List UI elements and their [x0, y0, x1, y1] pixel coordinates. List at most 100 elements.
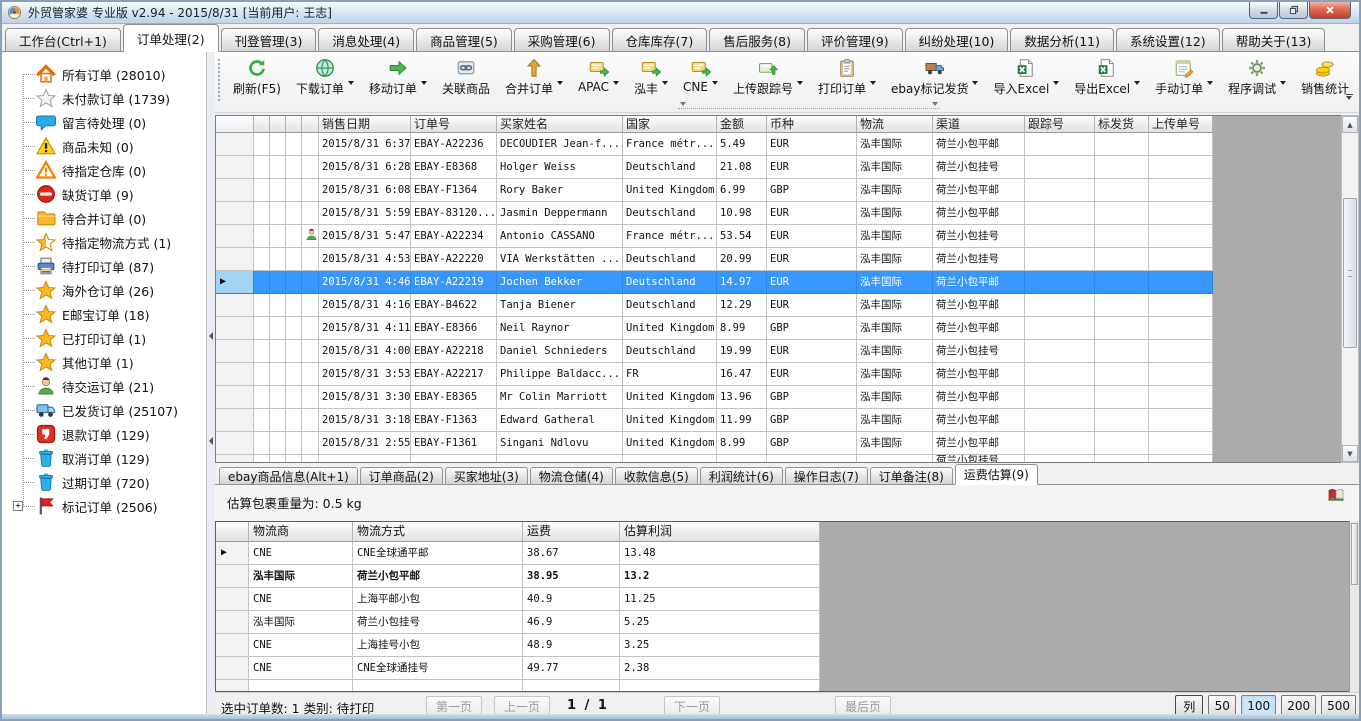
sidebar-item-5[interactable]: 待指定仓库 (0): [2, 158, 206, 182]
column-header-empty-col[interactable]: [254, 116, 270, 133]
book-icon[interactable]: [1327, 487, 1345, 503]
column-header[interactable]: 国家: [623, 116, 717, 133]
main-tab-11[interactable]: 数据分析(11): [1010, 28, 1114, 52]
dropdown-caret-icon[interactable]: [870, 81, 876, 85]
sidebar-item-2[interactable]: 未付款订单 (1739): [2, 86, 206, 110]
sidebar-item-13[interactable]: 其他订单 (1): [2, 350, 206, 374]
dropdown-caret-icon[interactable]: [1207, 81, 1213, 85]
order-row-13[interactable]: 2015/8/31 3:18EBAY-F1363Edward GatheralU…: [216, 409, 1358, 432]
dropdown-caret-icon[interactable]: [557, 81, 563, 85]
scroll-down-icon[interactable]: ▼: [1342, 445, 1358, 462]
sidebar-item-7[interactable]: 待合并订单 (0): [2, 206, 206, 230]
sidebar-item-18[interactable]: 过期订单 (720): [2, 470, 206, 494]
sidebar-item-11[interactable]: E邮宝订单 (18): [2, 302, 206, 326]
dropdown-caret-icon[interactable]: [348, 81, 354, 85]
dropdown-caret-icon[interactable]: [1053, 81, 1059, 85]
sidebar-item-3[interactable]: 留言待处理 (0): [2, 110, 206, 134]
detail-tab-2[interactable]: 订单商品(2): [360, 467, 443, 485]
main-tab-5[interactable]: 商品管理(5): [416, 28, 512, 52]
toolbar-button-10[interactable]: 打印订单: [811, 56, 883, 99]
shipping-row-6[interactable]: CNECNE全球通挂号49.772.38: [216, 657, 1358, 680]
splitter[interactable]: [208, 52, 215, 718]
detail-tab-4[interactable]: 物流仓储(4): [530, 467, 613, 485]
main-tab-10[interactable]: 纠纷处理(10): [905, 28, 1009, 52]
column-header-row-selector[interactable]: [216, 116, 254, 133]
toolbar-button-12[interactable]: 导入Excel: [986, 56, 1066, 99]
dropdown-caret-icon[interactable]: [1134, 81, 1140, 85]
detail-tab-5[interactable]: 收款信息(5): [615, 467, 698, 485]
main-tab-4[interactable]: 消息处理(4): [318, 28, 414, 52]
main-tab-1[interactable]: 工作台(Ctrl+1): [5, 28, 121, 52]
toolbar-button-14[interactable]: 手动订单: [1148, 56, 1220, 99]
shipping-row-4[interactable]: 泓丰国际荷兰小包挂号46.95.25: [216, 611, 1358, 634]
main-tab-9[interactable]: 评价管理(9): [807, 28, 903, 52]
sidebar-item-4[interactable]: 商品未知 (0): [2, 134, 206, 158]
main-tab-12[interactable]: 系统设置(12): [1116, 28, 1220, 52]
toolbar-button-9[interactable]: 上传跟踪号: [726, 56, 810, 99]
column-header-empty-col[interactable]: [270, 116, 286, 133]
column-header[interactable]: 物流方式: [353, 522, 523, 542]
main-tab-7[interactable]: 仓库库存(7): [612, 28, 708, 52]
column-header[interactable]: 估算利润: [620, 522, 820, 542]
main-tab-3[interactable]: 刊登管理(3): [221, 28, 317, 52]
expander-plus-icon[interactable]: [13, 501, 23, 511]
close-button[interactable]: [1309, 2, 1351, 19]
sidebar-item-17[interactable]: 取消订单 (129): [2, 446, 206, 470]
next-page-button[interactable]: 下一页: [664, 696, 720, 716]
sidebar-item-12[interactable]: 已打印订单 (1): [2, 326, 206, 350]
sidebar-item-1[interactable]: 所有订单 (28010): [2, 62, 206, 86]
main-tab-2[interactable]: 订单处理(2): [123, 24, 219, 52]
toolbar-button-11[interactable]: ebay标记发货: [884, 56, 985, 99]
toolbar-button-7[interactable]: 泓丰: [627, 56, 675, 99]
column-header[interactable]: 物流商: [249, 522, 353, 542]
toolbar-overflow-button[interactable]: [1342, 90, 1356, 104]
scrollbar-thumb[interactable]: [1351, 523, 1358, 585]
detail-tab-8[interactable]: 订单备注(8): [870, 467, 953, 485]
sidebar-item-6[interactable]: 缺货订单 (9): [2, 182, 206, 206]
column-header[interactable]: 运费: [523, 522, 620, 542]
orders-scrollbar[interactable]: ▲ ▼: [1341, 115, 1359, 463]
dropdown-caret-icon[interactable]: [613, 81, 619, 85]
minimize-button[interactable]: [1249, 2, 1278, 19]
toolbar-button-2[interactable]: 下载订单: [289, 56, 361, 99]
detail-tab-6[interactable]: 利润统计(6): [700, 467, 783, 485]
dropdown-caret-icon[interactable]: [797, 81, 803, 85]
main-tab-13[interactable]: 帮助关于(13): [1222, 28, 1326, 52]
detail-tab-7[interactable]: 操作日志(7): [785, 467, 868, 485]
toolbar-button-8[interactable]: CNE: [676, 56, 725, 96]
toolbar-button-15[interactable]: 程序调试: [1221, 56, 1293, 99]
detail-tab-3[interactable]: 买家地址(3): [445, 467, 528, 485]
toolbar-button-13[interactable]: 导出Excel: [1067, 56, 1147, 99]
restore-button[interactable]: [1279, 2, 1308, 19]
dropdown-caret-icon[interactable]: [712, 81, 718, 85]
dropdown-caret-icon[interactable]: [421, 81, 427, 85]
column-header[interactable]: 订单号: [411, 116, 497, 133]
shipping-row-2[interactable]: 泓丰国际荷兰小包平邮38.9513.2: [216, 565, 1358, 588]
order-row-1[interactable]: 2015/8/31 6:37EBAY-A22236DECOUDIER Jean-…: [216, 133, 1358, 156]
shipping-row-3[interactable]: CNE上海平邮小包40.911.25: [216, 588, 1358, 611]
detail-tab-9[interactable]: 运费估算(9): [955, 464, 1038, 485]
column-header-empty-col[interactable]: [286, 116, 302, 133]
toolbar-button-4[interactable]: 关联商品: [435, 56, 497, 99]
sidebar-item-8[interactable]: 待指定物流方式 (1): [2, 230, 206, 254]
order-row-14[interactable]: 2015/8/31 2:55EBAY-F1361Singani NdlovuUn…: [216, 432, 1358, 455]
shipping-row-5[interactable]: CNE上海挂号小包48.93.25: [216, 634, 1358, 657]
shipping-row-1[interactable]: CNECNE全球通平邮38.6713.48: [216, 542, 1358, 565]
column-header[interactable]: 标发货: [1095, 116, 1149, 133]
column-header-selector[interactable]: [216, 522, 249, 542]
column-header-icon-col[interactable]: [302, 116, 319, 133]
prev-page-button[interactable]: 上一页: [494, 696, 550, 716]
column-header[interactable]: 金额: [717, 116, 767, 133]
column-header[interactable]: 销售日期: [319, 116, 411, 133]
first-page-button[interactable]: 第一页: [426, 696, 482, 716]
toolbar-button-6[interactable]: APAC: [571, 56, 626, 96]
detail-tab-1[interactable]: ebay商品信息(Alt+1): [219, 467, 358, 485]
column-header[interactable]: 币种: [767, 116, 857, 133]
order-row-10[interactable]: 2015/8/31 4:00EBAY-A22218Daniel Schniede…: [216, 340, 1358, 363]
column-header[interactable]: 跟踪号: [1025, 116, 1095, 133]
toolbar-button-5[interactable]: 合并订单: [498, 56, 570, 99]
toolbar-grip[interactable]: [218, 59, 223, 101]
order-row-5[interactable]: 2015/8/31 5:47EBAY-A22234Antonio CASSANO…: [216, 225, 1358, 248]
sidebar-item-9[interactable]: 待打印订单 (87): [2, 254, 206, 278]
order-row-7[interactable]: 2015/8/31 4:46EBAY-A22219Jochen BekkerDe…: [216, 271, 1358, 294]
